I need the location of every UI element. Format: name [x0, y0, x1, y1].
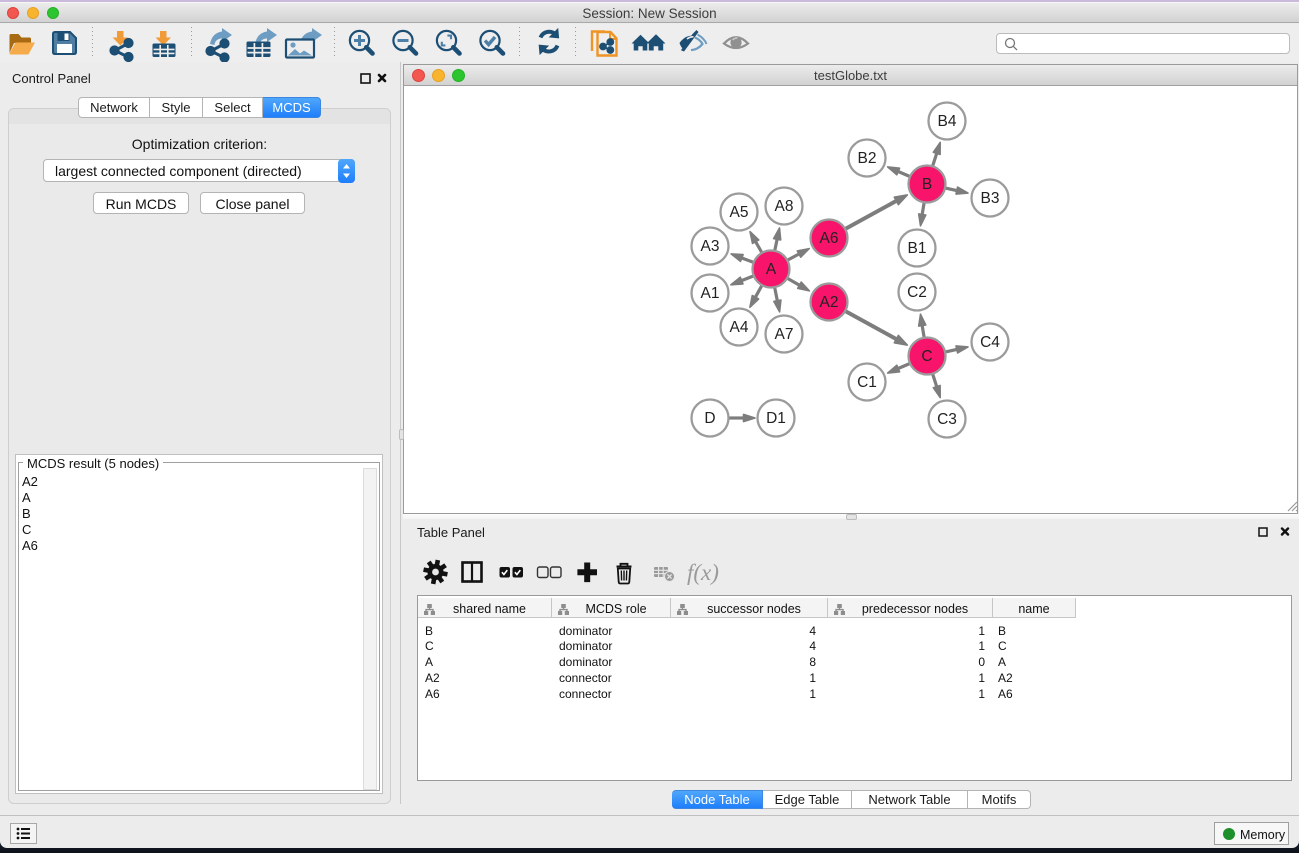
svg-text:A3: A3 [701, 238, 720, 255]
svg-text:C: C [921, 348, 932, 365]
svg-text:D1: D1 [766, 410, 786, 427]
svg-text:C1: C1 [857, 374, 877, 391]
svg-text:C4: C4 [980, 334, 1000, 351]
svg-text:f(x): f(x) [687, 560, 719, 585]
svg-text:A6: A6 [820, 230, 839, 247]
svg-text:B2: B2 [858, 150, 877, 167]
svg-text:A1: A1 [701, 285, 720, 302]
svg-text:A2: A2 [820, 294, 839, 311]
svg-text:A: A [766, 261, 777, 278]
svg-text:C2: C2 [907, 284, 927, 301]
svg-text:A8: A8 [775, 198, 794, 215]
svg-text:A4: A4 [730, 319, 749, 336]
svg-text:C3: C3 [937, 411, 957, 428]
svg-text:B3: B3 [981, 190, 1000, 207]
svg-text:A5: A5 [730, 204, 749, 221]
svg-text:A7: A7 [775, 326, 794, 343]
svg-text:B: B [922, 176, 932, 193]
svg-text:D: D [704, 410, 715, 427]
svg-text:B1: B1 [908, 240, 927, 257]
svg-text:B4: B4 [938, 113, 957, 130]
